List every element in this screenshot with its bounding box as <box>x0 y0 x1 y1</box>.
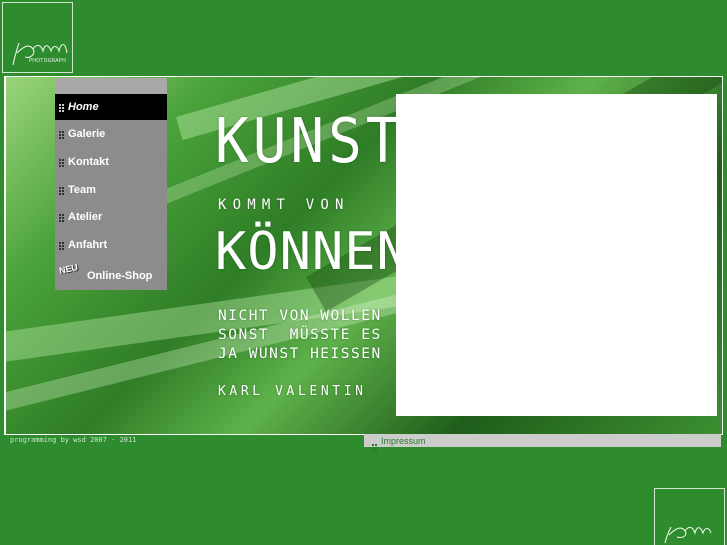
nav-item-label: Atelier <box>68 211 103 223</box>
footer-credit: programming by wsd 2007 - 2011 <box>10 436 137 444</box>
grid-dots-icon <box>59 213 65 222</box>
logo[interactable]: PHOTOGRAPH <box>2 2 73 73</box>
nav-item-team[interactable]: Team <box>55 177 167 203</box>
content-panel <box>396 94 717 416</box>
nav-item-galerie[interactable]: Galerie <box>55 121 167 147</box>
nav-header <box>55 78 167 94</box>
quote-line-wunst: JA WUNST HEISSEN <box>218 346 382 362</box>
quote-line-kunst: KUNST <box>215 105 404 178</box>
quote-author: KARL VALENTIN <box>218 384 367 399</box>
nav-item-label: Home <box>68 101 99 113</box>
grid-dots-icon <box>59 103 65 112</box>
nav-item-label: Team <box>68 184 96 196</box>
grid-dots-icon <box>59 158 65 167</box>
grid-dots-icon <box>59 186 65 195</box>
logo-caption: PHOTOGRAPH <box>29 58 67 64</box>
nav-item-label: Galerie <box>68 128 106 140</box>
grid-dots-icon <box>59 241 65 250</box>
nav-item-label: Anfahrt <box>68 239 108 251</box>
quote-line-koennen: KÖNNEN <box>215 222 409 282</box>
grid-dots-icon <box>372 437 378 452</box>
impressum-label: Impressum <box>381 435 426 446</box>
impressum-link[interactable]: Impressum <box>364 434 721 452</box>
quote-line-sonst: SONST MÜSSTE ES <box>218 327 382 343</box>
nav-item-atelier[interactable]: Atelier <box>55 204 167 230</box>
nav-item-online-shop[interactable]: Online-Shop <box>87 270 152 282</box>
signature-graphic-secondary <box>664 526 712 544</box>
quote-line-kommt-von: KOMMT VON <box>218 197 350 213</box>
logo-secondary[interactable] <box>654 488 725 545</box>
quote-line-nicht-von-wollen: NICHT VON WOLLEN <box>218 308 382 324</box>
nav-item-kontakt[interactable]: Kontakt <box>55 149 167 175</box>
nav-item-label: Kontakt <box>68 156 109 168</box>
nav-item-home[interactable]: Home <box>55 94 167 120</box>
nav-item-anfahrt[interactable]: Anfahrt <box>55 232 167 258</box>
grid-dots-icon <box>59 130 65 139</box>
